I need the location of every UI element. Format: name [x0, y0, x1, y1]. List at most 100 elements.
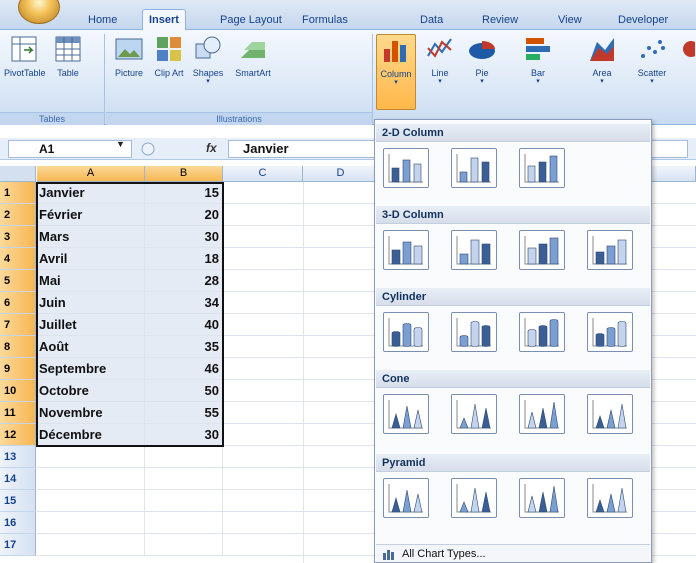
column3d-chart-option[interactable] [383, 230, 429, 270]
smartart-button[interactable]: SmartArt [230, 34, 276, 110]
other-charts-button[interactable] [680, 34, 696, 110]
pivottable-button[interactable]: PivotTable [4, 34, 46, 110]
picture-button[interactable]: Picture [108, 34, 150, 110]
row-header[interactable]: 10 [0, 380, 36, 402]
cell-b[interactable]: 30 [145, 424, 223, 446]
tab-data[interactable]: Data [414, 12, 449, 30]
cell-a[interactable]: Novembre [37, 402, 145, 424]
cone-chart-option[interactable] [587, 394, 633, 434]
row-header[interactable]: 4 [0, 248, 36, 270]
cone-chart-option[interactable] [519, 394, 565, 434]
cell-b[interactable] [145, 490, 223, 512]
column3d-chart-option[interactable] [451, 230, 497, 270]
line-chart-button[interactable]: Line ▾ [422, 34, 458, 110]
row-header[interactable]: 5 [0, 270, 36, 292]
tab-developer[interactable]: Developer [612, 12, 674, 30]
column-header-b[interactable]: B [145, 166, 223, 182]
row-header[interactable]: 14 [0, 468, 36, 490]
tab-review[interactable]: Review [476, 12, 524, 30]
office-button[interactable] [18, 0, 60, 24]
pyramid-chart-option[interactable] [451, 478, 497, 518]
row-header[interactable]: 1 [0, 182, 36, 204]
column3d-chart-option[interactable] [519, 230, 565, 270]
row-header[interactable]: 9 [0, 358, 36, 380]
tab-view[interactable]: View [552, 12, 588, 30]
cell-b[interactable]: 15 [145, 182, 223, 204]
cell-b[interactable]: 30 [145, 226, 223, 248]
cell-a[interactable] [37, 490, 145, 512]
cell-b[interactable] [145, 512, 223, 534]
tab-home[interactable]: Home [82, 12, 123, 30]
insert-function-button[interactable]: fx [206, 141, 217, 155]
row-header[interactable]: 2 [0, 204, 36, 226]
all-chart-types-button[interactable]: All Chart Types... [376, 544, 650, 562]
cell-a[interactable]: Février [37, 204, 145, 226]
name-box[interactable]: A1 [8, 140, 132, 158]
cell-b[interactable]: 35 [145, 336, 223, 358]
pie-chart-button[interactable]: Pie ▾ [464, 34, 500, 110]
cell-b[interactable]: 20 [145, 204, 223, 226]
cell-b[interactable] [145, 468, 223, 490]
row-header[interactable]: 17 [0, 534, 36, 556]
column-header-c[interactable]: C [223, 166, 303, 182]
row-header[interactable]: 12 [0, 424, 36, 446]
row-header[interactable]: 13 [0, 446, 36, 468]
bar-chart-button[interactable]: Bar ▾ [520, 34, 556, 110]
cell-a[interactable] [37, 534, 145, 556]
cell-b[interactable]: 50 [145, 380, 223, 402]
cell-a[interactable]: Octobre [37, 380, 145, 402]
column-chart-option[interactable] [451, 148, 497, 188]
cylinder-chart-option[interactable] [383, 312, 429, 352]
cone-chart-option[interactable] [451, 394, 497, 434]
cell-b[interactable] [145, 446, 223, 468]
pyramid-chart-option[interactable] [383, 478, 429, 518]
row-header[interactable]: 15 [0, 490, 36, 512]
row-header[interactable]: 8 [0, 336, 36, 358]
column-chart-option[interactable] [383, 148, 429, 188]
cell-b[interactable]: 46 [145, 358, 223, 380]
row-header[interactable]: 7 [0, 314, 36, 336]
cell-a[interactable]: Août [37, 336, 145, 358]
cell-a[interactable]: Janvier [37, 182, 145, 204]
cell-a[interactable]: Mai [37, 270, 145, 292]
tab-insert[interactable]: Insert [142, 9, 186, 31]
cylinder-chart-option[interactable] [519, 312, 565, 352]
tab-page-layout[interactable]: Page Layout [214, 12, 288, 30]
column-chart-button[interactable]: Column ▾ [376, 34, 416, 110]
clip-art-button[interactable]: Clip Art [154, 34, 184, 110]
column-header-a[interactable]: A [37, 166, 145, 182]
row-header[interactable]: 16 [0, 512, 36, 534]
column-header-d[interactable]: D [303, 166, 379, 182]
cell-a[interactable]: Septembre [37, 358, 145, 380]
cell-b[interactable] [145, 534, 223, 556]
cell-b[interactable]: 55 [145, 402, 223, 424]
cell-a[interactable] [37, 446, 145, 468]
column-chart-option[interactable] [519, 148, 565, 188]
pyramid-chart-option[interactable] [587, 478, 633, 518]
cone-chart-option[interactable] [383, 394, 429, 434]
cell-a[interactable] [37, 468, 145, 490]
cell-b[interactable]: 28 [145, 270, 223, 292]
row-header[interactable]: 3 [0, 226, 36, 248]
scatter-chart-button[interactable]: Scatter ▾ [630, 34, 674, 110]
cell-a[interactable]: Avril [37, 248, 145, 270]
table-button[interactable]: Table [48, 34, 88, 110]
cell-b[interactable]: 34 [145, 292, 223, 314]
tab-formulas[interactable]: Formulas [296, 12, 354, 30]
row-header[interactable]: 11 [0, 402, 36, 424]
select-all-button[interactable] [0, 166, 36, 182]
name-box-dropdown-icon[interactable]: ▼ [116, 139, 125, 149]
cell-a[interactable]: Décembre [37, 424, 145, 446]
pyramid-chart-option[interactable] [519, 478, 565, 518]
area-chart-button[interactable]: Area ▾ [584, 34, 620, 110]
cell-a[interactable]: Juin [37, 292, 145, 314]
row-header[interactable]: 6 [0, 292, 36, 314]
cylinder-chart-option[interactable] [587, 312, 633, 352]
cell-b[interactable]: 18 [145, 248, 223, 270]
cell-a[interactable]: Mars [37, 226, 145, 248]
column3d-chart-option[interactable] [587, 230, 633, 270]
cell-a[interactable] [37, 512, 145, 534]
cell-a[interactable]: Juillet [37, 314, 145, 336]
cell-b[interactable]: 40 [145, 314, 223, 336]
cylinder-chart-option[interactable] [451, 312, 497, 352]
